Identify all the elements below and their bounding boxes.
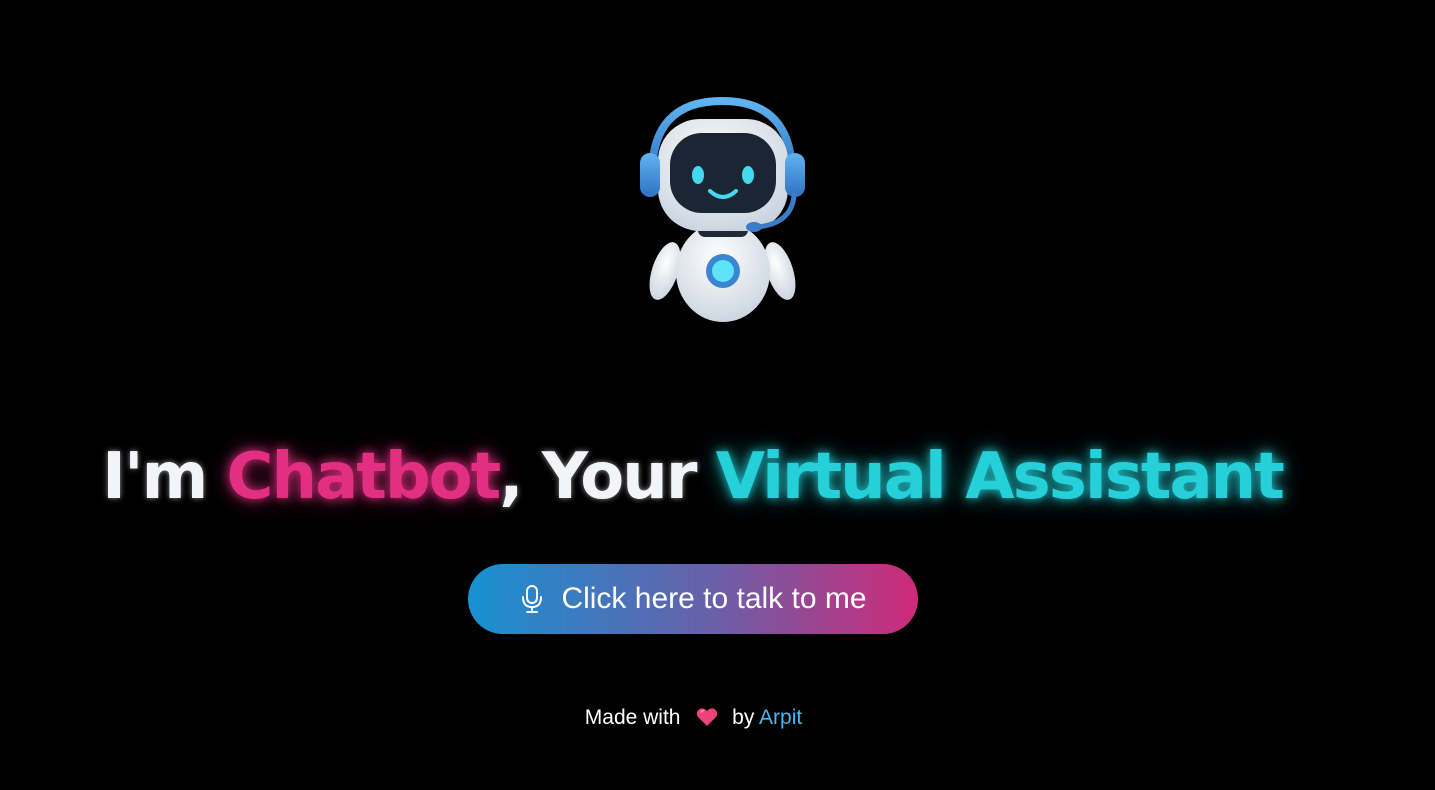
robot-assistant-image bbox=[630, 95, 815, 330]
headline-intro: I'm bbox=[102, 440, 227, 514]
author-link[interactable]: Arpit bbox=[759, 706, 802, 729]
headline: I'm Chatbot, Your Virtual Assistant bbox=[0, 432, 1385, 522]
headline-virtual-assistant: Virtual Assistant bbox=[715, 440, 1285, 514]
talk-button-label: Click here to talk to me bbox=[561, 582, 867, 615]
footer-made-with: Made with bbox=[584, 706, 681, 729]
robot-icon bbox=[640, 96, 805, 322]
heart-icon bbox=[696, 707, 718, 727]
footer-by: by bbox=[732, 706, 755, 729]
footer: Made with by Arpit bbox=[0, 704, 1387, 732]
microphone-icon bbox=[519, 584, 545, 614]
talk-to-me-button[interactable]: Click here to talk to me bbox=[468, 564, 918, 634]
headline-your: , Your bbox=[499, 440, 716, 514]
headline-chatbot: Chatbot bbox=[226, 440, 502, 514]
